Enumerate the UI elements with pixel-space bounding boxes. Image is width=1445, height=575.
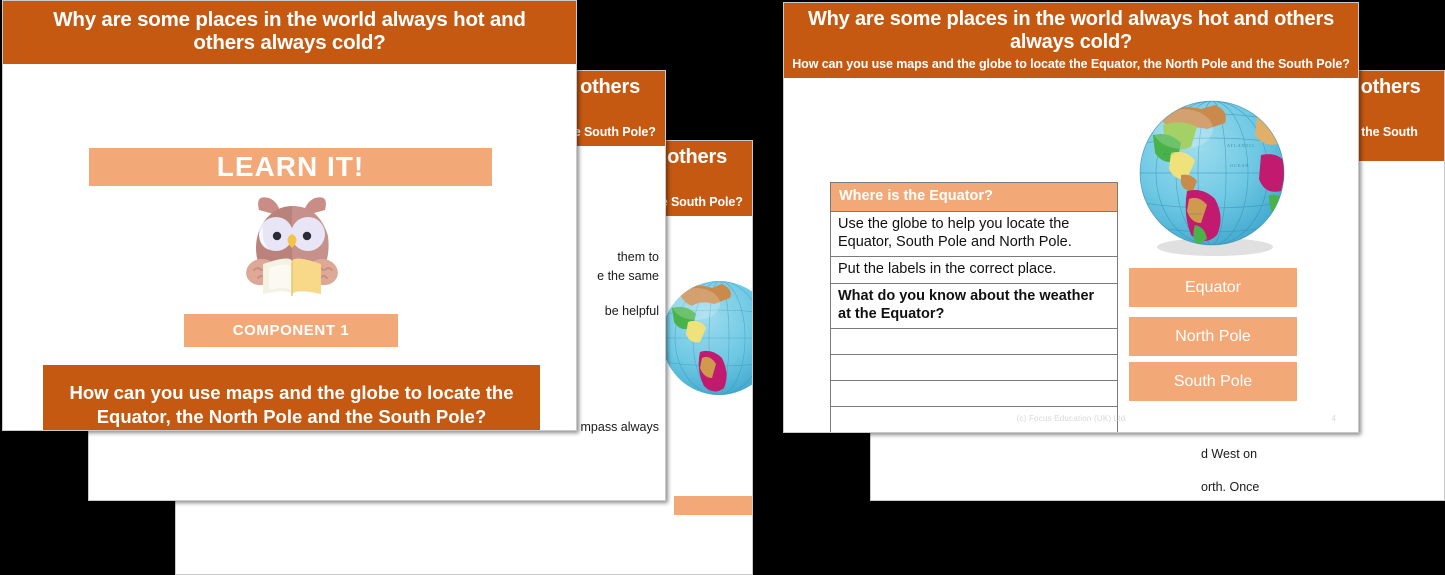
table-row: Use the globe to help you locate the Equ…	[830, 211, 1118, 258]
table-row: Where is the Equator?	[830, 182, 1118, 213]
table-row	[830, 380, 1118, 408]
table-row	[830, 354, 1118, 382]
owl-reading-book-icon	[246, 196, 338, 296]
slide-2-fragment-2: e the same	[597, 269, 659, 284]
table-cell-blank[interactable]	[830, 328, 1118, 356]
slide-1-title: Why are some places in the world always …	[53, 8, 526, 55]
slide-4-header: Why are some places in the world always …	[784, 3, 1358, 79]
slide-4-subtitle: How can you use maps and the globe to lo…	[792, 56, 1350, 71]
slide-5-fragment-5: where	[1201, 499, 1235, 500]
slide-4-title: Why are some places in the world always …	[807, 8, 1334, 53]
slide-4-page-number: 4	[1331, 414, 1336, 423]
slide-5-fragment-4: orth. Once	[1201, 480, 1260, 495]
slide-2-fragment-4: mpass always	[580, 420, 660, 435]
table-cell-blank[interactable]	[830, 354, 1118, 382]
globe-image	[664, 298, 666, 418]
table-cell-blank[interactable]	[830, 380, 1118, 408]
table-cell-instruction-2: Put the labels in the correct place.	[830, 256, 1118, 285]
slide-1-body: LEARN IT! COMPONENT 1 How can you use ma…	[3, 64, 576, 430]
slide-1-header: Why are some places in the world always …	[3, 1, 576, 64]
slide-2-fragment-1: them to	[617, 250, 659, 265]
slide-2-fragment-3: be helpful	[604, 303, 659, 318]
table-cell-question: What do you know about the weather at th…	[830, 283, 1118, 330]
slide-4-footer: (c) Focus Education (UK) Ltd	[1016, 414, 1126, 423]
slide-3-accent-bar	[674, 496, 752, 516]
table-cell-instruction-1: Use the globe to help you locate the Equ…	[830, 211, 1118, 258]
slide-4-body: Where is the Equator? Use the globe to h…	[784, 78, 1358, 432]
table-row	[830, 328, 1118, 356]
component-badge: COMPONENT 1	[184, 313, 398, 347]
table-row: Put the labels in the correct place.	[830, 256, 1118, 285]
slide-stack: Why are some places in the world always …	[0, 0, 1445, 575]
globe-image	[662, 281, 752, 396]
slide-card-4[interactable]: Why are some places in the world always …	[783, 2, 1359, 433]
table-header-cell: Where is the Equator?	[830, 182, 1118, 213]
learning-question-box: How can you use maps and the globe to lo…	[43, 364, 540, 430]
equator-worksheet-table: Where is the Equator? Use the globe to h…	[830, 182, 1118, 432]
slide-5-fragment-3: d West on	[1201, 447, 1258, 462]
learn-it-banner: LEARN IT!	[89, 147, 492, 186]
slide-card-1[interactable]: Why are some places in the world always …	[2, 0, 577, 431]
table-row: What do you know about the weather at th…	[830, 283, 1118, 330]
